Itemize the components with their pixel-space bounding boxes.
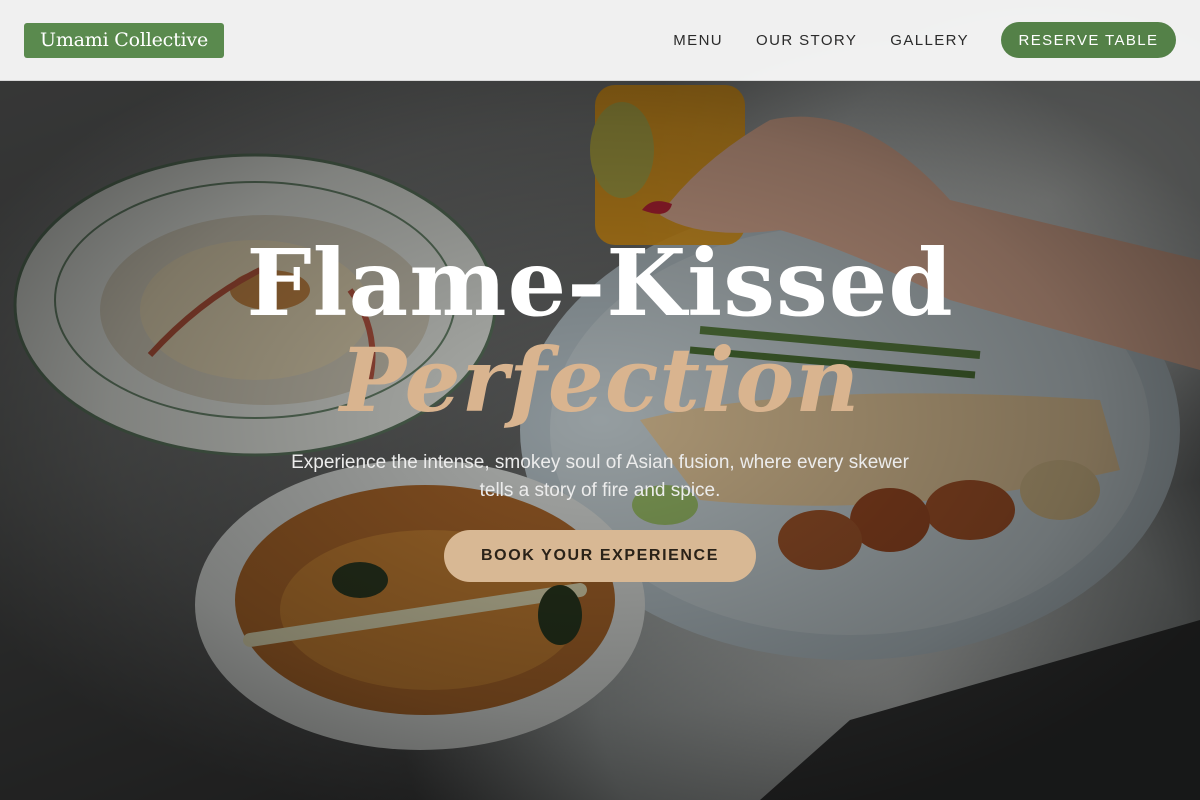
hero-content: Flame-Kissed Perfection Experience the i… bbox=[0, 0, 1200, 800]
book-experience-button[interactable]: BOOK YOUR EXPERIENCE bbox=[444, 530, 756, 582]
hero-title-line-1: Flame-Kissed bbox=[246, 229, 954, 337]
hero-subtitle: Experience the intense, smokey soul of A… bbox=[291, 452, 909, 501]
hero-title-line-2: Perfection bbox=[339, 328, 861, 432]
